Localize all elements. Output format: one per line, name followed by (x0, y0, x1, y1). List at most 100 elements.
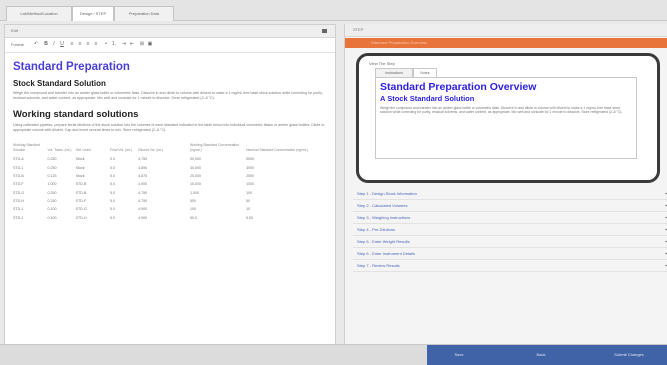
step-item[interactable]: Step 3 - Weighing Instructions (353, 212, 667, 224)
image-icon[interactable]: ▣ (147, 41, 153, 48)
table-header: Vol. Trans. (mL) (47, 147, 72, 152)
table-cell: STD-G (13, 190, 25, 195)
document-title: Standard Preparation (13, 61, 130, 73)
indent-icon[interactable]: ⇥ (121, 41, 127, 48)
table-cell: 4.850 (138, 165, 148, 170)
table-header: Nominal Standard Concentration (ng/mL) (246, 147, 308, 152)
step-preview-card: View The Step Instructions Notes Standar… (356, 53, 660, 183)
step-item[interactable]: Step 7 - Review Results (353, 260, 667, 272)
table-cell: 2500 (246, 173, 255, 178)
outdent-icon[interactable]: ⇤ (129, 41, 135, 48)
table-cell: 50 (246, 199, 251, 204)
tab-design-step[interactable]: Design / STEP (72, 6, 114, 21)
tab-preparation-data[interactable]: Preparation Data (114, 6, 174, 21)
step-label: Step 2 - Calculated Volumes (357, 203, 408, 208)
table-row: STD-A 0.250 Stock 5.0 4.750 50,000 5000 (13, 155, 313, 163)
step-label: Step 7 - Review Results (357, 263, 400, 268)
table-cell: 10 (246, 207, 251, 212)
footer-bar: Save Back Submit Changes (0, 344, 667, 365)
table-cell: 50,000 (189, 157, 201, 162)
editor-panel: Edit Format ↶ B I U ≡ ≡ ≡ ≡ • 1. ⇥ ⇤ ⊞ ▣… (4, 24, 336, 346)
table-header: Diluent Vol. (mL) (138, 147, 164, 152)
table-cell: 4.750 (138, 157, 148, 162)
step-item[interactable]: Step 1 - Design Stock Information (353, 188, 667, 200)
step-list: Step 1 - Design Stock Information Step 2… (353, 188, 667, 272)
table-cell: 100 (246, 190, 253, 195)
step-label: Step 4 - Pre-Dilutions (357, 227, 396, 232)
active-step-bar[interactable]: Standard Preparation Overview (345, 38, 667, 48)
table-cell: 4.000 (138, 182, 148, 187)
table-row: STD-G 0.250 STD-B 5.0 4.750 1,000 100 (13, 189, 313, 197)
editor-toolbar: Format ↶ B I U ≡ ≡ ≡ ≡ • 1. ⇥ ⇤ ⊞ ▣ (5, 38, 335, 53)
table-header: Working Standard Solution (13, 143, 41, 152)
step-item[interactable]: Step 6 - Enter Instrument Details (353, 248, 667, 260)
numbered-list-icon[interactable]: 1. (111, 41, 117, 48)
tab-lab-method[interactable]: Lab/Method/Location (6, 6, 72, 21)
table-cell: STD-F (75, 199, 87, 204)
editor-header: Edit (5, 25, 335, 38)
bullet-list-icon[interactable]: • (103, 41, 109, 48)
table-cell: 50.0 (189, 215, 197, 220)
preview-frame: Standard Preparation Overview A Stock St… (375, 77, 637, 159)
table-cell: 25,000 (189, 173, 201, 178)
table-row: STD-1 0.100 STD-G 5.0 4.900 100 10 (13, 205, 313, 213)
table-row: STD-J 0.100 STD-H 5.0 4.900 50.0 5.00 (13, 214, 313, 222)
editor-content[interactable]: Standard Preparation Stock Standard Solu… (13, 61, 329, 343)
table-cell: 4.750 (138, 199, 148, 204)
table-cell: 5.00 (246, 215, 254, 220)
table-cell: 5.0 (110, 190, 116, 195)
table-header: Final Vol. (mL) (110, 147, 132, 152)
table-cell: 500 (189, 199, 196, 204)
table-icon[interactable]: ⊞ (139, 41, 145, 48)
table-cell: Stock (75, 173, 85, 178)
editor-header-label: Edit (11, 28, 18, 33)
table-cell: 0.250 (47, 157, 57, 162)
submit-changes-button[interactable]: Submit Changes (591, 349, 667, 361)
table-cell: 30,000 (189, 165, 201, 170)
table-cell: 5.0 (110, 157, 116, 162)
back-button[interactable]: Back (511, 349, 571, 361)
table-cell: Stock (75, 165, 85, 170)
table-cell: 10,000 (189, 182, 201, 187)
format-dropdown[interactable]: Format (11, 42, 24, 47)
align-right-icon[interactable]: ≡ (85, 41, 91, 48)
table-row: STD-F 1.000 STD-B 5.0 4.000 10,000 1000 (13, 180, 313, 188)
minimize-icon[interactable] (322, 29, 327, 33)
table-row: STD-H 0.250 STD-F 5.0 4.750 500 50 (13, 197, 313, 205)
align-left-icon[interactable]: ≡ (69, 41, 75, 48)
table-cell: STD-B (75, 182, 87, 187)
table-cell: STD-1 (13, 165, 24, 170)
bold-icon[interactable]: B (43, 41, 49, 48)
preview-text: Weigh the compound and transfer into an … (380, 106, 623, 115)
table-cell: STD-H (75, 215, 87, 220)
table-cell: 5.0 (110, 173, 116, 178)
undo-icon[interactable]: ↶ (33, 41, 39, 48)
step-item[interactable]: Step 5 - Enter Weight Results (353, 236, 667, 248)
step-label: Step 5 - Enter Weight Results (357, 239, 410, 244)
table-cell: 0.125 (47, 173, 57, 178)
step-item[interactable]: Step 2 - Calculated Volumes (353, 200, 667, 212)
table-cell: 0.100 (47, 215, 57, 220)
table-cell: 5.0 (110, 215, 116, 220)
save-button[interactable]: Save (427, 349, 491, 361)
table-cell: STD-A (13, 157, 24, 162)
italic-icon[interactable]: I (51, 41, 57, 48)
table-cell: 5.0 (110, 165, 116, 170)
align-justify-icon[interactable]: ≡ (93, 41, 99, 48)
table-cell: 0.250 (47, 199, 57, 204)
underline-icon[interactable]: U (59, 41, 65, 48)
table-cell: 100 (189, 207, 196, 212)
table-cell: 4.900 (138, 215, 148, 220)
step-label: Step 1 - Design Stock Information (357, 191, 417, 196)
table-cell: 5.0 (110, 182, 116, 187)
table-cell: Stock (75, 157, 85, 162)
table-cell: 1000 (246, 182, 255, 187)
step-item[interactable]: Step 4 - Pre-Dilutions (353, 224, 667, 236)
align-center-icon[interactable]: ≡ (77, 41, 83, 48)
action-bar: Save Back Submit Changes (427, 345, 667, 365)
table-cell: STD-1 (13, 207, 24, 212)
active-step-label: Standard Preparation Overview (371, 40, 427, 45)
top-tab-bar: Lab/Method/Location Design / STEP Prepar… (0, 0, 667, 21)
table-header: Std. Used (75, 147, 91, 152)
working-paragraph: Using calibrated pipettes, prepare seria… (13, 123, 325, 132)
